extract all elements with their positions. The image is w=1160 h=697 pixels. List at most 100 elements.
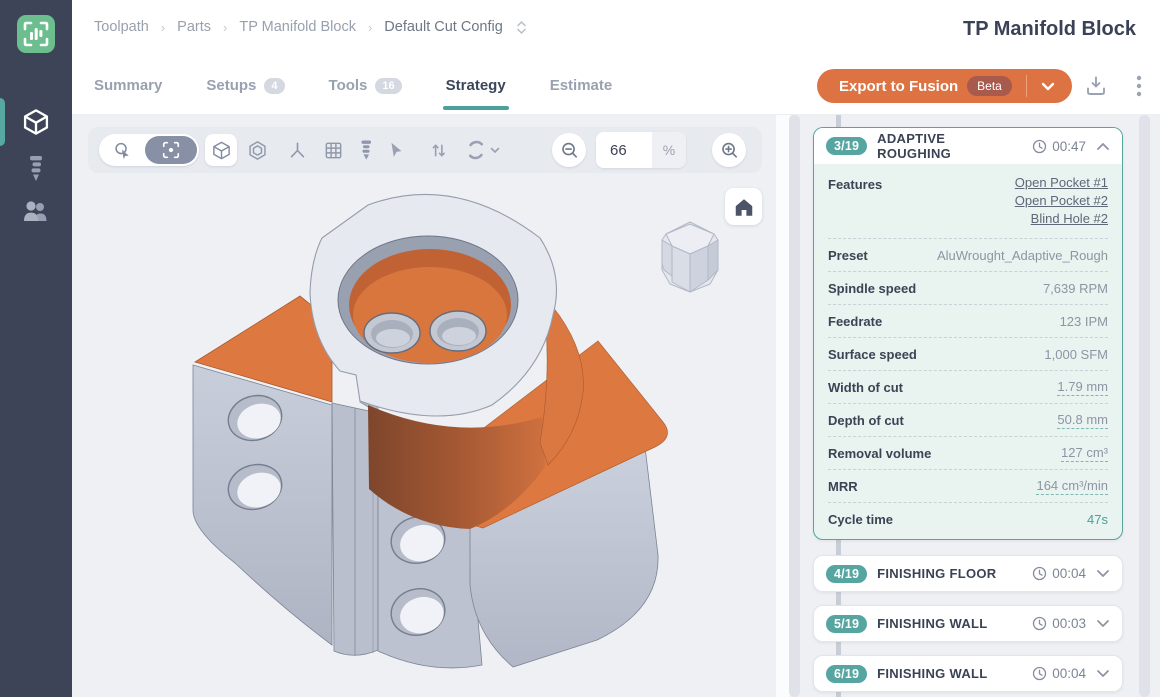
focus-target-button[interactable] [145, 136, 197, 164]
features-label: Features [828, 175, 882, 226]
export-button-label: Export to Fusion [839, 78, 958, 95]
people-icon [21, 200, 51, 224]
tab-setups[interactable]: Setups 4 [206, 77, 284, 110]
strategy-card-finishing-wall-2: 6/19 FINISHING WALL 00:04 [813, 655, 1123, 692]
download-button[interactable] [1084, 74, 1108, 101]
model-pocket-hole [430, 311, 486, 351]
home-view-button[interactable] [725, 188, 762, 225]
selection-mode-toggle [99, 134, 199, 166]
export-dropdown-caret[interactable] [1041, 82, 1055, 91]
breadcrumb-item[interactable]: Toolpath [94, 19, 149, 35]
chevron-down-icon [490, 147, 500, 154]
viewport-scrollbar[interactable] [789, 115, 800, 697]
breadcrumb-item-current[interactable]: Default Cut Config [384, 19, 502, 35]
panel-scrollbar[interactable] [1139, 115, 1150, 697]
breadcrumb-item[interactable]: TP Manifold Block [239, 19, 356, 35]
feature-link[interactable]: Open Pocket #1 [1015, 175, 1108, 190]
config-switcher-icon[interactable] [515, 20, 528, 35]
param-row-width-of-cut: Width of cut 1.79 mm [828, 370, 1108, 403]
tab-tools-count-badge: 16 [375, 78, 401, 94]
clock-icon [1032, 139, 1047, 154]
zoom-out-button[interactable] [552, 133, 586, 167]
param-row-removal-volume: Removal volume 127 cm³ [828, 436, 1108, 469]
chevron-down-icon[interactable] [1096, 619, 1110, 628]
tool-icon [359, 139, 374, 162]
breadcrumb-item[interactable]: Parts [177, 19, 211, 35]
download-icon [1084, 74, 1108, 98]
logo-glyph [23, 21, 49, 47]
toolpath-logo[interactable] [17, 15, 55, 53]
select-cursor-button[interactable] [380, 134, 412, 166]
axes-icon [287, 140, 308, 161]
clock-icon [1032, 666, 1047, 681]
card-header[interactable]: 3/19 ADAPTIVE ROUGHING 00:47 [814, 128, 1122, 164]
3d-part-manifold-block[interactable] [85, 115, 785, 697]
sidebar-item-tools[interactable] [0, 146, 72, 194]
grid-icon [323, 140, 344, 161]
zoom-in-icon [719, 140, 740, 161]
cube-icon [21, 107, 51, 137]
page-title: TP Manifold Block [963, 18, 1136, 41]
step-badge: 4/19 [826, 565, 867, 583]
feature-link[interactable]: Open Pocket #2 [1015, 193, 1108, 208]
zoom-select-button[interactable] [99, 134, 145, 166]
param-row-cycle-time: Cycle time 47s [828, 502, 1108, 535]
card-title: FINISHING WALL [877, 616, 1022, 631]
orbit-icon [465, 139, 487, 161]
param-row-surface-speed: Surface speed 1,000 SFM [828, 337, 1108, 370]
orbit-button[interactable] [460, 134, 504, 166]
more-options-button[interactable] [1136, 74, 1142, 101]
card-body: Features Open Pocket #1 Open Pocket #2 B… [814, 164, 1122, 539]
pan-vertical-button[interactable] [422, 134, 454, 166]
card-header[interactable]: 6/19 FINISHING WALL 00:04 [814, 656, 1122, 691]
pan-vertical-icon [428, 140, 449, 161]
param-row-feedrate: Feedrate 123 IPM [828, 304, 1108, 337]
strategy-card-adaptive-roughing: 3/19 ADAPTIVE ROUGHING 00:47 Features Op… [813, 127, 1123, 540]
chevron-up-icon[interactable] [1096, 142, 1110, 151]
zoom-in-button[interactable] [712, 133, 746, 167]
step-badge: 6/19 [826, 665, 867, 683]
beta-badge: Beta [967, 76, 1012, 96]
param-row-spindle-speed: Spindle speed 7,639 RPM [828, 271, 1108, 304]
cycle-time-indicator: 00:04 [1032, 566, 1086, 581]
view-cube[interactable] [648, 214, 732, 300]
strategy-card-finishing-wall-1: 5/19 FINISHING WALL 00:03 [813, 605, 1123, 642]
zoom-select-icon [112, 140, 133, 161]
tab-setups-count-badge: 4 [264, 78, 284, 94]
clock-icon [1032, 616, 1047, 631]
axes-button[interactable] [281, 134, 313, 166]
tab-bar: Summary Setups 4 Tools 16 Strategy Estim… [94, 77, 612, 110]
zoom-unit-label: % [652, 132, 686, 168]
param-row-depth-of-cut: Depth of cut 50.8 mm [828, 403, 1108, 436]
sidebar-item-parts[interactable] [0, 98, 72, 146]
breadcrumb-separator: › [223, 20, 227, 35]
feature-link[interactable]: Blind Hole #2 [1031, 211, 1108, 226]
param-row-preset: Preset AluWrought_Adaptive_Rough [828, 238, 1108, 271]
stock-view-button[interactable] [241, 134, 273, 166]
sidebar-item-team[interactable] [0, 188, 72, 236]
zoom-level-input[interactable] [596, 132, 652, 168]
tab-tools[interactable]: Tools 16 [329, 77, 402, 110]
chevron-down-icon[interactable] [1096, 569, 1110, 578]
tab-estimate[interactable]: Estimate [550, 77, 613, 110]
tab-summary[interactable]: Summary [94, 77, 162, 110]
tab-strategy[interactable]: Strategy [446, 77, 506, 110]
shaded-cube-icon [211, 140, 232, 161]
kebab-menu-icon [1136, 74, 1142, 98]
toolpath-tool-button[interactable] [350, 134, 382, 166]
cycle-time-indicator: 00:47 [1032, 139, 1086, 154]
model-pocket-hole [364, 313, 420, 353]
card-title: ADAPTIVE ROUGHING [877, 131, 1022, 161]
card-header[interactable]: 5/19 FINISHING WALL 00:03 [814, 606, 1122, 641]
shaded-view-button[interactable] [205, 134, 237, 166]
features-row: Features Open Pocket #1 Open Pocket #2 B… [828, 164, 1108, 238]
cycle-time-indicator: 00:03 [1032, 616, 1086, 631]
cycle-time-indicator: 00:04 [1032, 666, 1086, 681]
grid-button[interactable] [317, 134, 349, 166]
export-to-fusion-button[interactable]: Export to Fusion Beta [817, 69, 1072, 103]
card-header[interactable]: 4/19 FINISHING FLOOR 00:04 [814, 556, 1122, 591]
step-badge: 5/19 [826, 615, 867, 633]
card-title: FINISHING FLOOR [877, 566, 1022, 581]
drill-tool-icon [25, 154, 47, 186]
chevron-down-icon[interactable] [1096, 669, 1110, 678]
